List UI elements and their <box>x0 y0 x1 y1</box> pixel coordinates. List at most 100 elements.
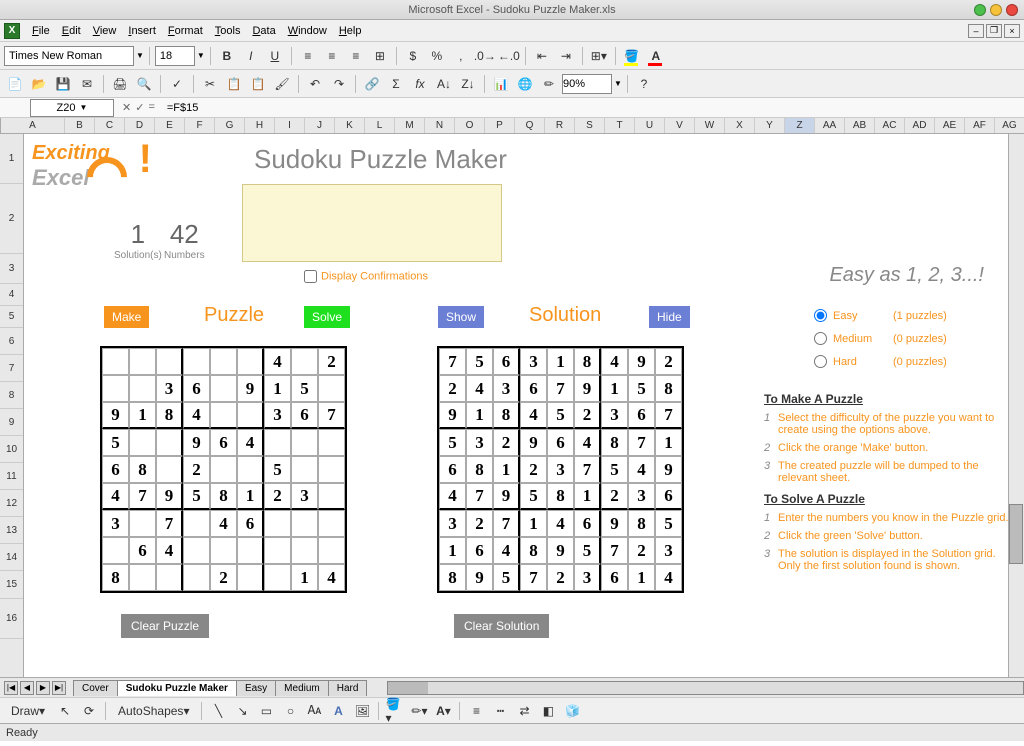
sudoku-cell[interactable]: 6 <box>183 375 210 402</box>
map-button[interactable]: 🌐 <box>514 73 536 95</box>
column-header-J[interactable]: J <box>305 118 335 133</box>
sudoku-cell[interactable] <box>291 429 318 456</box>
sudoku-cell[interactable]: 1 <box>237 483 264 510</box>
sudoku-cell[interactable]: 8 <box>129 456 156 483</box>
select-objects-button[interactable]: ↖ <box>54 700 76 722</box>
sheet-tab-sudoku-puzzle-maker[interactable]: Sudoku Puzzle Maker <box>117 680 237 696</box>
menu-window[interactable]: Window <box>282 23 333 39</box>
sudoku-cell[interactable]: 2 <box>318 348 345 375</box>
sudoku-cell[interactable] <box>237 456 264 483</box>
sudoku-cell[interactable] <box>210 456 237 483</box>
column-header-P[interactable]: P <box>485 118 515 133</box>
fill-color-draw-button[interactable]: 🪣▾ <box>384 700 406 722</box>
menu-format[interactable]: Format <box>162 23 209 39</box>
tab-next-button[interactable]: ▶ <box>36 681 50 695</box>
sudoku-cell[interactable] <box>102 348 129 375</box>
function-button[interactable]: fx <box>409 73 431 95</box>
hyperlink-button[interactable]: 🔗 <box>361 73 383 95</box>
column-header-O[interactable]: O <box>455 118 485 133</box>
difficulty-easy[interactable]: Easy(1 puzzles) <box>814 309 994 322</box>
row-header-12[interactable]: 12 <box>0 490 23 517</box>
arrow-tool-button[interactable]: ↘ <box>231 700 253 722</box>
menu-insert[interactable]: Insert <box>122 23 162 39</box>
column-header-Q[interactable]: Q <box>515 118 545 133</box>
row-header-11[interactable]: 11 <box>0 463 23 490</box>
cut-button[interactable]: ✂ <box>199 73 221 95</box>
column-header-L[interactable]: L <box>365 118 395 133</box>
mdi-close-button[interactable]: × <box>1004 24 1020 38</box>
column-header-AG[interactable]: AG <box>995 118 1024 133</box>
sudoku-cell[interactable] <box>183 564 210 591</box>
tab-prev-button[interactable]: ◀ <box>20 681 34 695</box>
show-button[interactable]: Show <box>438 306 484 328</box>
row-header-16[interactable]: 16 <box>0 599 23 639</box>
sudoku-cell[interactable] <box>183 510 210 537</box>
sudoku-cell[interactable]: 5 <box>102 429 129 456</box>
underline-button[interactable]: U <box>264 45 286 67</box>
spellcheck-button[interactable]: ✓ <box>166 73 188 95</box>
dash-style-button[interactable]: ┅ <box>489 700 511 722</box>
difficulty-hard[interactable]: Hard(0 puzzles) <box>814 355 994 368</box>
autosum-button[interactable]: Σ <box>385 73 407 95</box>
clear-puzzle-button[interactable]: Clear Puzzle <box>121 614 209 638</box>
column-header-T[interactable]: T <box>605 118 635 133</box>
column-header-AB[interactable]: AB <box>845 118 875 133</box>
open-button[interactable]: 📂 <box>28 73 50 95</box>
sudoku-cell[interactable] <box>102 537 129 564</box>
row-header-3[interactable]: 3 <box>0 254 23 284</box>
column-header-C[interactable]: C <box>95 118 125 133</box>
sudoku-cell[interactable]: 9 <box>102 402 129 429</box>
sudoku-cell[interactable] <box>102 375 129 402</box>
copy-button[interactable]: 📋 <box>223 73 245 95</box>
new-button[interactable]: 📄 <box>4 73 26 95</box>
sudoku-cell[interactable] <box>318 510 345 537</box>
borders-button[interactable]: ⊞▾ <box>588 45 610 67</box>
menu-data[interactable]: Data <box>246 23 281 39</box>
shadow-button[interactable]: ◧ <box>537 700 559 722</box>
rotate-button[interactable]: ⟳ <box>78 700 100 722</box>
sudoku-cell[interactable]: 7 <box>129 483 156 510</box>
wordart-button[interactable]: A <box>327 700 349 722</box>
tab-first-button[interactable]: |◀ <box>4 681 18 695</box>
menu-tools[interactable]: Tools <box>209 23 247 39</box>
line-style-button[interactable]: ≡ <box>465 700 487 722</box>
arrow-style-button[interactable]: ⇄ <box>513 700 535 722</box>
column-header-AF[interactable]: AF <box>965 118 995 133</box>
row-header-6[interactable]: 6 <box>0 328 23 355</box>
increase-indent-button[interactable]: ⇥ <box>555 45 577 67</box>
sudoku-cell[interactable]: 1 <box>129 402 156 429</box>
row-header-7[interactable]: 7 <box>0 355 23 382</box>
percent-button[interactable]: % <box>426 45 448 67</box>
draw-menu[interactable]: Draw ▾ <box>4 700 52 722</box>
column-header-M[interactable]: M <box>395 118 425 133</box>
textbox-tool-button[interactable]: 🗛 <box>303 700 325 722</box>
sheet-tab-cover[interactable]: Cover <box>73 680 118 696</box>
sudoku-cell[interactable] <box>318 483 345 510</box>
sudoku-cell[interactable]: 8 <box>102 564 129 591</box>
column-header-R[interactable]: R <box>545 118 575 133</box>
sudoku-cell[interactable]: 2 <box>210 564 237 591</box>
sudoku-cell[interactable]: 4 <box>237 429 264 456</box>
sudoku-cell[interactable]: 8 <box>156 402 183 429</box>
sudoku-cell[interactable]: 7 <box>156 510 183 537</box>
row-header-15[interactable]: 15 <box>0 571 23 599</box>
excel-app-icon[interactable]: X <box>4 23 20 39</box>
clear-solution-button[interactable]: Clear Solution <box>454 614 549 638</box>
row-header-4[interactable]: 4 <box>0 284 23 306</box>
email-button[interactable]: ✉ <box>76 73 98 95</box>
horizontal-scrollbar[interactable] <box>387 681 1024 695</box>
sudoku-cell[interactable] <box>264 537 291 564</box>
sudoku-cell[interactable]: 5 <box>291 375 318 402</box>
menu-edit[interactable]: Edit <box>56 23 87 39</box>
align-right-button[interactable]: ≡ <box>345 45 367 67</box>
sudoku-cell[interactable] <box>210 348 237 375</box>
help-button[interactable]: ? <box>633 73 655 95</box>
column-header-AA[interactable]: AA <box>815 118 845 133</box>
sudoku-cell[interactable]: 6 <box>210 429 237 456</box>
sudoku-cell[interactable]: 2 <box>264 483 291 510</box>
sudoku-cell[interactable] <box>237 537 264 564</box>
save-button[interactable]: 💾 <box>52 73 74 95</box>
sudoku-cell[interactable]: 8 <box>210 483 237 510</box>
hide-button[interactable]: Hide <box>649 306 690 328</box>
sudoku-cell[interactable] <box>156 456 183 483</box>
